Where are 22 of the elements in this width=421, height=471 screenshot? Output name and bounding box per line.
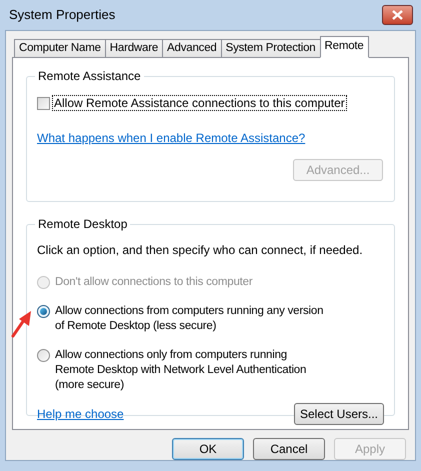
checkbox[interactable] xyxy=(37,96,50,110)
group-title: Remote Desktop xyxy=(35,217,130,232)
tab[interactable]: Remote xyxy=(320,36,369,58)
close-icon xyxy=(392,10,403,20)
checkbox-label: Allow Remote Assistance connections to this computer xyxy=(52,95,347,111)
dialog-button[interactable]: OK xyxy=(172,438,244,460)
help-link[interactable]: Help me choose xyxy=(37,405,124,423)
radio-label: Don't allow connections to this computer xyxy=(55,275,254,290)
tab[interactable]: System Protection xyxy=(220,39,321,58)
tab[interactable]: Computer Name xyxy=(14,39,106,58)
dialog-button[interactable]: Cancel xyxy=(253,438,325,460)
radio-button[interactable] xyxy=(37,305,50,318)
window-title: System Properties xyxy=(9,6,116,24)
instruction-text: Click an option, and then specify who can connect, if needed. xyxy=(37,243,364,258)
tab[interactable]: Advanced xyxy=(162,39,222,58)
radio-label: Allow connections from computers running any version of Remote Desktop (less secure) xyxy=(55,304,324,334)
help-link[interactable]: What happens when I enable Remote Assistance? xyxy=(37,129,384,147)
radio-button[interactable] xyxy=(37,349,50,362)
dialog-button[interactable]: Select Users... xyxy=(294,403,384,425)
tab[interactable]: Hardware xyxy=(104,39,164,58)
radio-label: Allow connections only from computers running Remote Desktop with Network Level Authentication (more secure) xyxy=(55,348,308,393)
close-button[interactable] xyxy=(382,5,413,25)
